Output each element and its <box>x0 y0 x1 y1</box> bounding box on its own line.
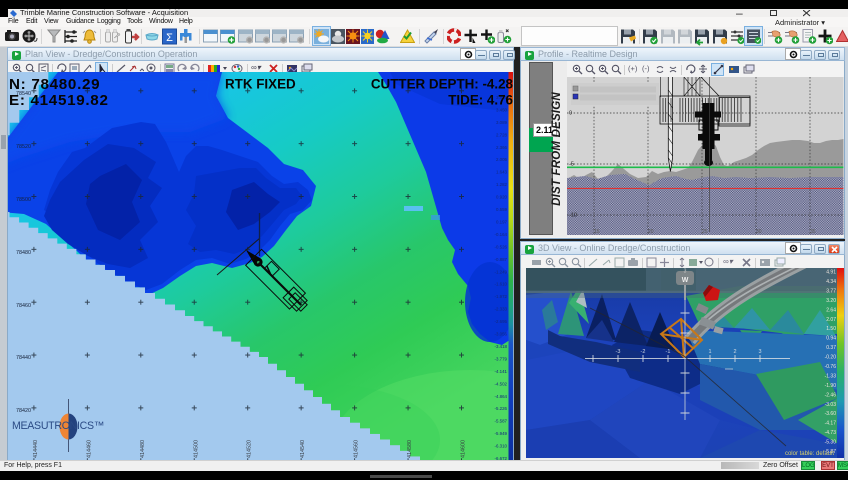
svg-text:3.20: 3.20 <box>826 298 836 304</box>
svg-text:35: 35 <box>810 229 816 235</box>
svg-text:-1.33: -1.33 <box>825 373 837 379</box>
svg-text:-4.502: -4.502 <box>495 381 508 386</box>
svg-text:-4.73: -4.73 <box>825 430 837 436</box>
svg-text:0.920: 0.920 <box>496 195 508 200</box>
svg-text:-2.333: -2.333 <box>495 307 508 312</box>
svg-text:414440: 414440 <box>33 440 39 458</box>
svg-text:20: 20 <box>648 229 654 235</box>
svg-text:2.005: 2.005 <box>496 157 508 162</box>
svg-text:-3.056: -3.056 <box>495 332 508 337</box>
svg-text:-5.226: -5.226 <box>495 406 508 411</box>
svg-text:E: 414519.82: E: 414519.82 <box>9 92 109 109</box>
svg-text:-5.587: -5.587 <box>495 419 508 424</box>
svg-text:-10: -10 <box>569 213 577 219</box>
svg-text:0: 0 <box>569 111 572 117</box>
svg-text:15: 15 <box>594 229 600 235</box>
svg-text:0.94: 0.94 <box>826 336 836 342</box>
svg-text:-1.249: -1.249 <box>495 269 508 274</box>
svg-text:W: W <box>682 277 689 284</box>
svg-text:0.559: 0.559 <box>496 207 508 212</box>
svg-text:3.089: 3.089 <box>496 120 508 125</box>
svg-text:414540: 414540 <box>300 440 306 458</box>
svg-text:-1.90: -1.90 <box>825 383 837 389</box>
svg-text:-2: -2 <box>641 349 646 355</box>
svg-text:-3.779: -3.779 <box>495 356 508 361</box>
svg-text:414500: 414500 <box>193 440 199 458</box>
svg-text:25: 25 <box>702 229 708 235</box>
svg-text:-3.418: -3.418 <box>495 344 508 349</box>
svg-text:3: 3 <box>758 349 761 355</box>
svg-text:78480: 78480 <box>16 250 31 256</box>
svg-text:78520: 78520 <box>16 144 31 150</box>
svg-text:-0.526: -0.526 <box>495 244 508 249</box>
svg-text:-6.310: -6.310 <box>495 444 508 449</box>
svg-text:MEASUTRONICS™: MEASUTRONICS™ <box>12 420 104 432</box>
svg-text:2.728: 2.728 <box>496 132 508 137</box>
svg-text:78440: 78440 <box>16 355 31 361</box>
svg-text:0.37: 0.37 <box>826 345 836 351</box>
svg-text:3.450: 3.450 <box>496 108 508 113</box>
svg-text:CUTTER DEPTH: -4.28: CUTTER DEPTH: -4.28 <box>371 77 513 92</box>
svg-text:-4.864: -4.864 <box>495 394 508 399</box>
svg-text:-3.60: -3.60 <box>825 411 837 417</box>
svg-text:-3: -3 <box>616 349 621 355</box>
svg-text:0.197: 0.197 <box>496 220 508 225</box>
svg-text:2.366: 2.366 <box>496 145 508 150</box>
svg-text:N: 78480.29: N: 78480.29 <box>9 76 100 93</box>
svg-text:1.643: 1.643 <box>496 170 508 175</box>
svg-text:-2.46: -2.46 <box>825 392 837 398</box>
svg-text:4.91: 4.91 <box>826 270 836 276</box>
svg-text:78420: 78420 <box>16 408 31 414</box>
svg-text:RTK FIXED: RTK FIXED <box>225 77 296 92</box>
svg-text:-2.695: -2.695 <box>495 319 508 324</box>
svg-text:78460: 78460 <box>16 303 31 309</box>
svg-text:-1.610: -1.610 <box>495 282 508 287</box>
svg-text:414460: 414460 <box>86 440 92 458</box>
svg-text:30: 30 <box>756 229 762 235</box>
svg-text:414560: 414560 <box>354 440 360 458</box>
svg-text:TIDE: 4.76: TIDE: 4.76 <box>448 93 513 108</box>
svg-text:-1: -1 <box>666 349 671 355</box>
svg-text:-4.17: -4.17 <box>825 421 837 427</box>
svg-text:1.50: 1.50 <box>826 326 836 332</box>
svg-text:-1.972: -1.972 <box>495 294 508 299</box>
svg-text:414580: 414580 <box>407 440 413 458</box>
svg-text:1.282: 1.282 <box>496 182 508 187</box>
svg-text:3.77: 3.77 <box>826 288 836 294</box>
svg-text:414520: 414520 <box>247 440 253 458</box>
svg-text:-5.30: -5.30 <box>825 440 837 446</box>
svg-text:414600: 414600 <box>461 440 467 458</box>
svg-text:2.07: 2.07 <box>826 317 836 323</box>
svg-text:3: 3 <box>684 269 687 275</box>
svg-text:-0.76: -0.76 <box>825 364 837 370</box>
svg-text:Σ: Σ <box>166 32 173 44</box>
svg-text:color table: default: color table: default <box>785 451 834 457</box>
svg-text:-0.20: -0.20 <box>825 355 837 361</box>
svg-text:-3.03: -3.03 <box>825 402 837 408</box>
svg-text:-4.141: -4.141 <box>495 369 508 374</box>
svg-text:1: 1 <box>708 349 711 355</box>
svg-text:-0.887: -0.887 <box>495 257 508 262</box>
svg-text:-5.949: -5.949 <box>495 431 508 436</box>
svg-text:4.34: 4.34 <box>826 279 836 285</box>
svg-text:78500: 78500 <box>16 197 31 203</box>
svg-text:2: 2 <box>733 349 736 355</box>
svg-text:414480: 414480 <box>140 440 146 458</box>
svg-text:2.64: 2.64 <box>826 307 836 313</box>
svg-text:-0.164: -0.164 <box>495 232 508 237</box>
